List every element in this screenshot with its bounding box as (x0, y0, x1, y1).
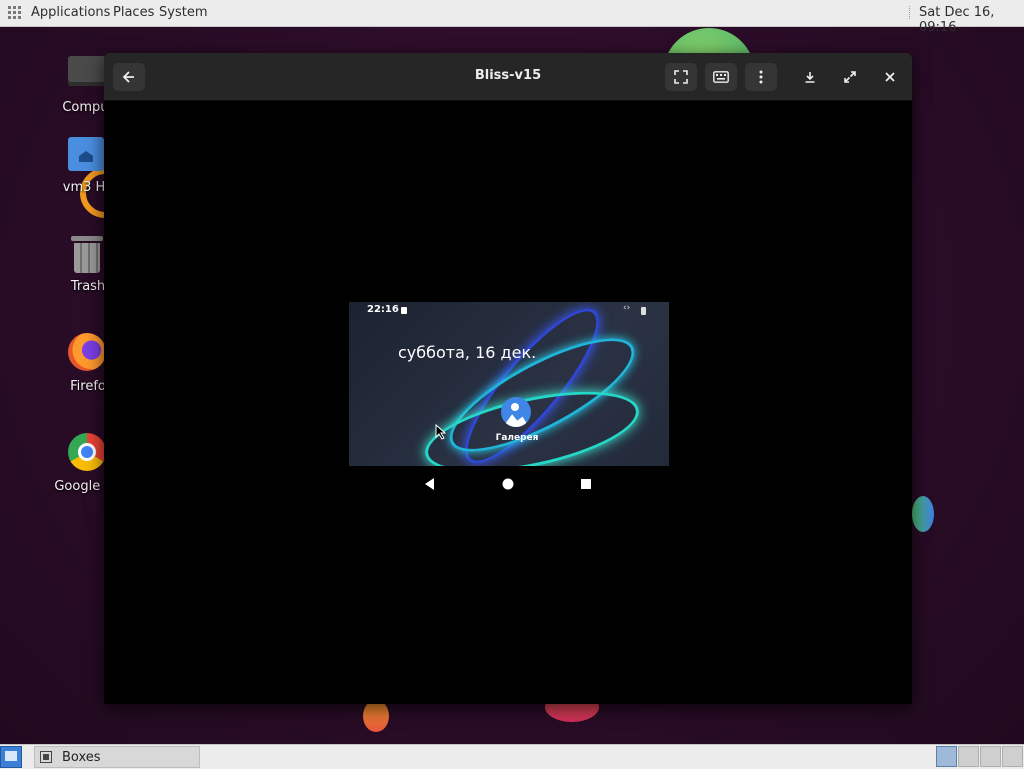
maximize-button[interactable] (834, 63, 866, 91)
applications-grid-icon[interactable] (8, 6, 21, 19)
triangle-back-icon (425, 478, 434, 490)
boxes-app-icon (40, 751, 52, 763)
top-panel: Applications Places System Sat Dec 16, 0… (0, 0, 1024, 35)
menu-applications[interactable]: Applications (31, 5, 110, 20)
mouse-cursor-icon (435, 424, 447, 440)
android-recents-button[interactable] (578, 476, 594, 492)
status-bar-time: 22:16 (367, 304, 399, 315)
gallery-app-icon[interactable] (501, 397, 531, 427)
gallery-app-label: Галерея (495, 433, 539, 443)
wallpaper-blob (912, 496, 934, 532)
menu-system[interactable]: System (159, 5, 207, 20)
chrome-icon (68, 433, 106, 471)
menu-places[interactable]: Places (113, 5, 154, 20)
show-desktop-button[interactable] (0, 746, 22, 768)
close-button[interactable] (874, 63, 906, 91)
android-home-button[interactable] (500, 476, 516, 492)
panel-separator (909, 6, 912, 19)
battery-icon (641, 307, 646, 315)
boxes-window: Bliss-v15 22:16 ‹› суббота, 16 дек. Гале… (104, 53, 912, 704)
download-icon (805, 72, 815, 83)
workspace-2[interactable] (958, 746, 979, 767)
workspace-4[interactable] (1002, 746, 1023, 767)
maximize-icon (844, 71, 856, 83)
panel-clock[interactable]: Sat Dec 16, 09:16 (919, 5, 1024, 35)
wallpaper-blob (363, 700, 389, 732)
trash-icon (71, 233, 103, 273)
window-title: Bliss-v15 (474, 68, 542, 83)
network-icon: ‹› (623, 303, 631, 313)
firefox-icon (68, 333, 106, 371)
computer-icon (68, 56, 108, 86)
taskbar-item-boxes[interactable]: Boxes (34, 746, 200, 768)
download-button[interactable] (794, 63, 826, 91)
home-folder-icon (68, 137, 104, 171)
close-icon (885, 72, 895, 82)
lockscreen-date: суббота, 16 дек. (398, 343, 537, 362)
menu-button[interactable] (745, 63, 777, 91)
bottom-taskbar: Boxes (0, 744, 1024, 769)
taskbar-item-label: Boxes (62, 750, 101, 765)
workspace-1[interactable] (936, 746, 957, 767)
keyboard-button[interactable] (705, 63, 737, 91)
fullscreen-icon (674, 70, 688, 84)
workspace-3[interactable] (980, 746, 1001, 767)
square-recents-icon (581, 479, 591, 489)
window-headerbar: Bliss-v15 (104, 53, 912, 101)
sd-card-icon (401, 307, 407, 314)
fullscreen-button[interactable] (665, 63, 697, 91)
android-back-button[interactable] (422, 476, 438, 492)
circle-home-icon (502, 478, 514, 490)
keyboard-icon (713, 71, 729, 83)
guest-display[interactable]: 22:16 ‹› суббота, 16 дек. Галерея (349, 302, 669, 466)
more-vertical-icon (759, 70, 763, 84)
